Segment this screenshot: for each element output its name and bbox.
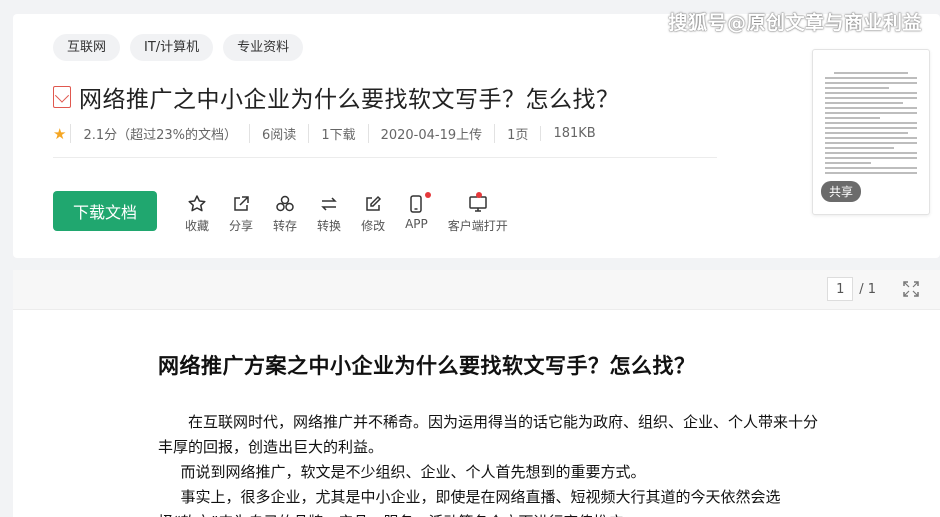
edit-label: 修改 <box>361 219 386 233</box>
share-badge: 共享 <box>821 181 862 202</box>
watermark: 搜狐号@原创文章与商业利益 <box>668 12 922 34</box>
upload-date: 2020-04-19上传 <box>367 124 495 143</box>
document-title: 网络推广之中小企业为什么要找软文写手？怎么找？ <box>53 80 620 114</box>
tag-professional[interactable]: 专业资料 <box>223 34 304 61</box>
favorite-button[interactable]: 收藏 <box>185 194 209 234</box>
viewer-toolbar: / 1 <box>13 270 940 310</box>
open-client-button[interactable]: 客户端打开 <box>447 192 508 234</box>
paragraph: 在互联网时代，网络推广并不稀奇。因为运用得当的话它能为政府、组织、企业、个人带来… <box>158 413 819 456</box>
convert-icon <box>321 197 337 211</box>
download-count: 1下载 <box>308 124 367 143</box>
read-count: 6阅读 <box>249 124 308 143</box>
fullscreen-icon[interactable] <box>902 280 920 298</box>
phone-icon <box>410 195 423 213</box>
edit-icon <box>366 195 382 211</box>
document-heading: 网络推广方案之中小企业为什么要找软文写手？怎么找？ <box>158 353 696 378</box>
thumbnail-preview <box>825 72 917 177</box>
app-button[interactable]: APP <box>405 192 431 234</box>
document-meta: ★ 2.1分（超过23%的文档） 6阅读 1下载 2020-04-19上传 1页… <box>53 124 608 143</box>
share-button[interactable]: 分享 <box>229 194 253 234</box>
rating-star-icon: ★ <box>53 124 67 143</box>
star-icon <box>188 195 206 212</box>
share-icon <box>234 196 249 211</box>
document-thumbnail[interactable]: 共享 <box>812 49 930 215</box>
convert-button[interactable]: 转换 <box>317 194 341 234</box>
action-bar: 收藏 分享 转存 转换 修改 APP 客户端打开 <box>185 192 528 234</box>
notification-dot <box>424 192 431 198</box>
open-client-label: 客户端打开 <box>447 219 508 233</box>
document-viewer: / 1 网络推广方案之中小企业为什么要找软文写手？怎么找？ 在互联网时代，网络推… <box>13 270 940 517</box>
document-info-card: 互联网 IT/计算机 专业资料 网络推广之中小企业为什么要找软文写手？怎么找？ … <box>13 14 940 258</box>
notification-dot <box>475 192 482 198</box>
tag-internet[interactable]: 互联网 <box>53 34 121 61</box>
save-to-button[interactable]: 转存 <box>273 194 297 234</box>
paragraph: 事实上，很多企业，尤其是中小企业，即使是在网络直播、短视频大行其道的今天依然会选… <box>158 488 781 517</box>
paragraph: 而说到网络推广，软文是不少组织、企业、个人首先想到的重要方式。 <box>180 463 646 481</box>
page-number-input[interactable] <box>827 277 854 301</box>
download-button[interactable]: 下载文档 <box>53 191 157 231</box>
page-count: 1页 <box>494 124 540 143</box>
total-pages: / 1 <box>859 281 876 297</box>
document-body: 在互联网时代，网络推广并不稀奇。因为运用得当的话它能为政府、组织、企业、个人带来… <box>158 410 818 517</box>
rating: 2.1分（超过23%的文档） <box>70 124 249 143</box>
file-size: 181KB <box>540 126 607 141</box>
convert-label: 转换 <box>317 219 342 233</box>
document-title-text: 网络推广之中小企业为什么要找软文写手？怎么找？ <box>79 87 620 113</box>
favorite-label: 收藏 <box>185 219 210 233</box>
save-to-icon <box>276 195 294 212</box>
page-navigator: / 1 <box>827 277 876 301</box>
app-label: APP <box>405 217 428 231</box>
tag-list: 互联网 IT/计算机 专业资料 <box>53 34 304 61</box>
edit-button[interactable]: 修改 <box>361 194 385 234</box>
tag-it-computer[interactable]: IT/计算机 <box>130 34 214 61</box>
share-label: 分享 <box>229 219 254 233</box>
pdf-icon <box>53 86 71 108</box>
save-to-label: 转存 <box>273 219 298 233</box>
divider <box>53 157 717 158</box>
